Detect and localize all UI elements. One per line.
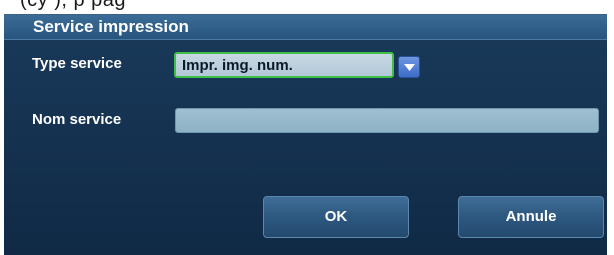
background-document-strip: (cy ), p pag bbox=[0, 0, 614, 14]
type-service-value: Impr. img. num. bbox=[182, 57, 293, 74]
chevron-down-icon bbox=[404, 64, 415, 71]
type-service-label: Type service bbox=[32, 55, 122, 72]
type-service-dropdown-button[interactable] bbox=[398, 56, 420, 78]
cancel-button[interactable]: Annule bbox=[458, 196, 604, 238]
nom-service-input[interactable] bbox=[175, 108, 599, 133]
type-service-select[interactable]: Impr. img. num. bbox=[174, 52, 394, 78]
ok-button[interactable]: OK bbox=[263, 196, 409, 238]
dialog-title-bar: Service impression bbox=[4, 15, 607, 40]
nom-service-label: Nom service bbox=[32, 111, 122, 128]
dialog-title: Service impression bbox=[33, 17, 189, 36]
background-document-text: (cy ), p pag bbox=[20, 0, 127, 11]
